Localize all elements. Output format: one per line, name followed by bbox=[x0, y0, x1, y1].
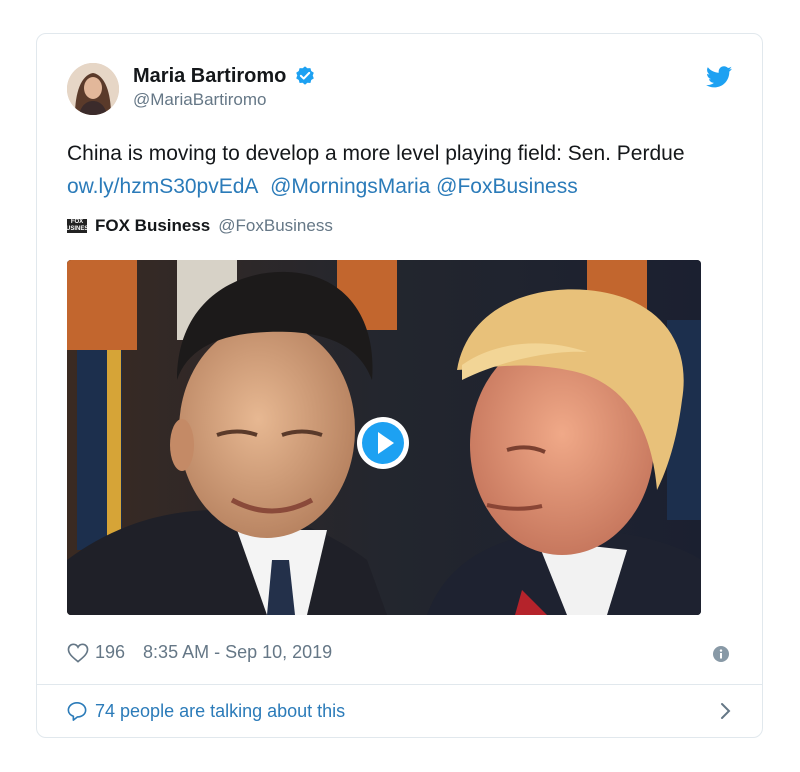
avatar[interactable] bbox=[67, 63, 119, 115]
author-block: Maria Bartiromo @MariaBartiromo bbox=[133, 64, 316, 111]
play-icon[interactable] bbox=[355, 415, 411, 471]
tweet-link[interactable]: ow.ly/hzmS30pvEdA bbox=[67, 175, 258, 198]
info-icon[interactable] bbox=[713, 646, 729, 662]
source-handle[interactable]: @FoxBusiness bbox=[218, 216, 333, 236]
mention-morningsmaria[interactable]: @MorningsMaria bbox=[270, 175, 430, 198]
author-handle[interactable]: @MariaBartiromo bbox=[133, 89, 316, 111]
tweet-text: China is moving to develop a more level … bbox=[67, 137, 747, 203]
author-name[interactable]: Maria Bartiromo bbox=[133, 64, 286, 88]
tweet-body: China is moving to develop a more level … bbox=[67, 142, 685, 165]
fox-business-logo: FOX BUSINESS bbox=[62, 219, 92, 233]
like-count[interactable]: 196 bbox=[95, 642, 125, 663]
chevron-right-icon[interactable] bbox=[720, 702, 732, 720]
speech-bubble-icon bbox=[67, 702, 87, 721]
author-name-row[interactable]: Maria Bartiromo bbox=[133, 64, 316, 88]
timestamp[interactable]: 8:35 AM - Sep 10, 2019 bbox=[143, 642, 332, 663]
source-name[interactable]: FOX Business bbox=[95, 216, 210, 236]
mention-foxbusiness[interactable]: @FoxBusiness bbox=[436, 175, 578, 198]
quoted-source[interactable]: FOX BUSINESS FOX Business @FoxBusiness bbox=[62, 216, 333, 236]
heart-icon[interactable] bbox=[67, 643, 89, 663]
conversation-link[interactable]: 74 people are talking about this bbox=[67, 684, 732, 738]
video-thumbnail[interactable] bbox=[67, 260, 701, 615]
verified-badge-icon bbox=[296, 66, 315, 85]
twitter-bird-icon[interactable] bbox=[706, 66, 732, 88]
tweet-meta: 196 8:35 AM - Sep 10, 2019 bbox=[67, 642, 332, 663]
fox-logo-text: FOX BUSINESS bbox=[61, 219, 93, 232]
embedded-tweet-card: Maria Bartiromo @MariaBartiromo China is… bbox=[36, 33, 763, 738]
conversation-text[interactable]: 74 people are talking about this bbox=[95, 701, 345, 722]
